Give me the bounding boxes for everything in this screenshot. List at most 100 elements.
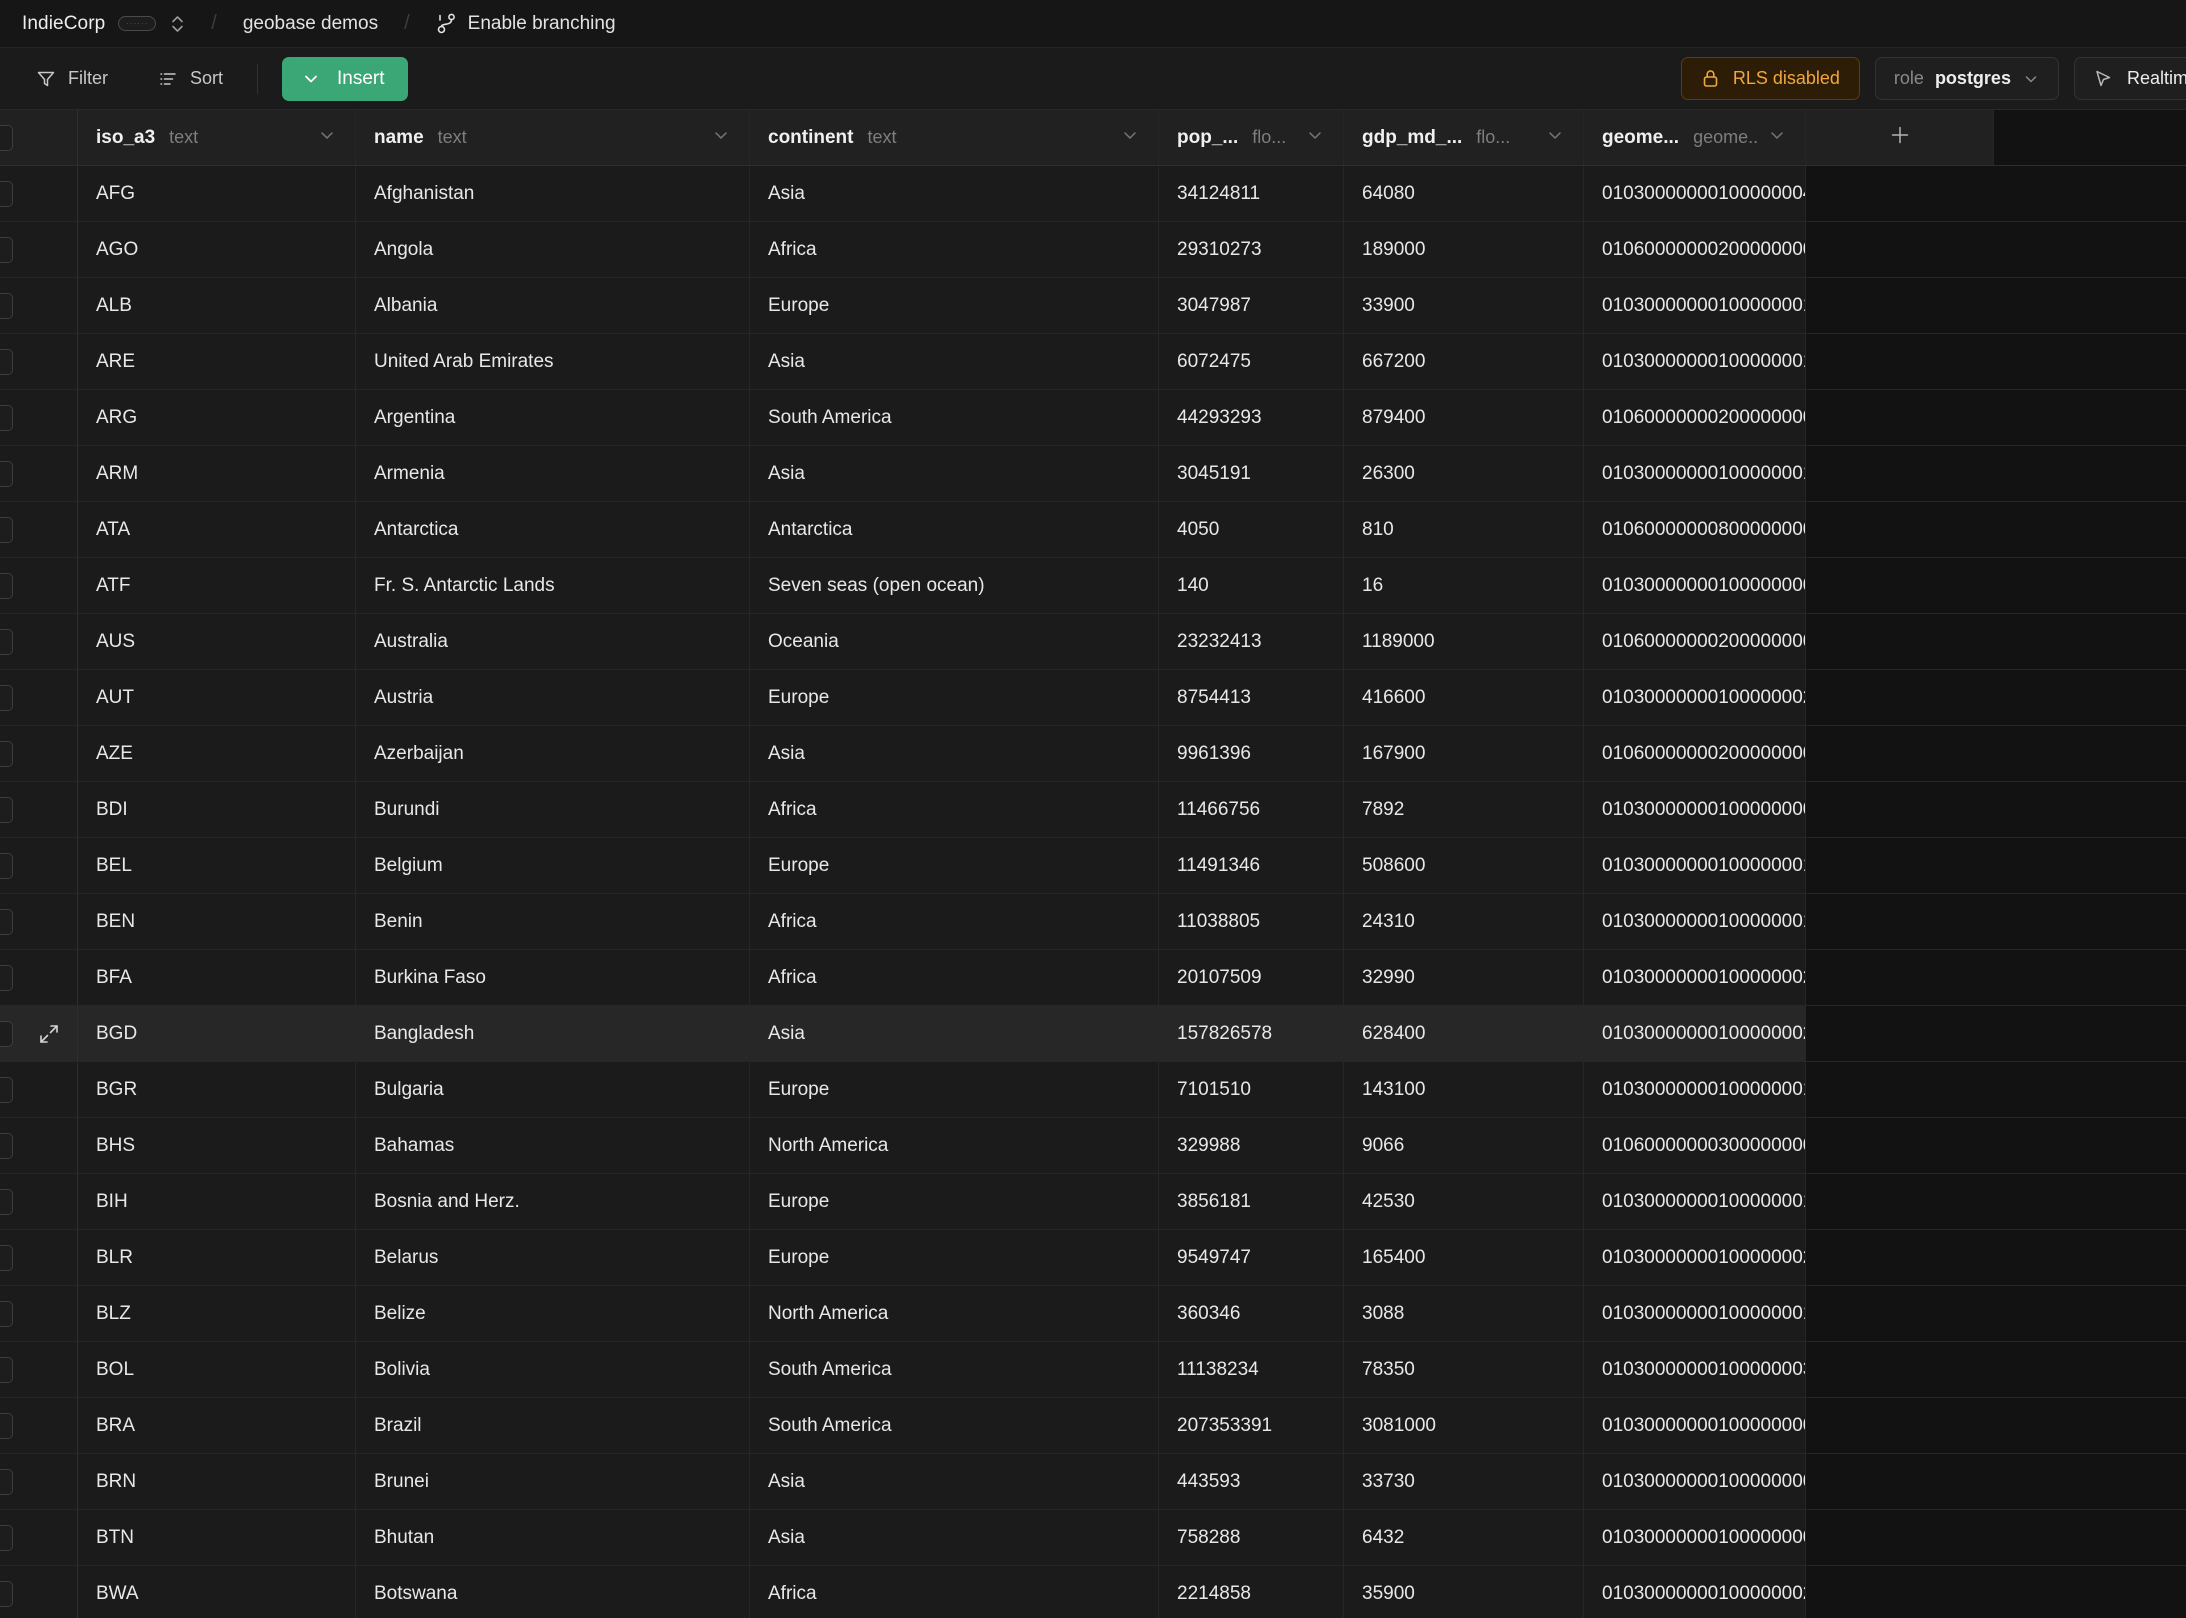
row-checkbox[interactable]	[0, 908, 13, 935]
row-select-cell[interactable]	[0, 446, 78, 501]
cell-gdp[interactable]: 33900	[1344, 278, 1584, 333]
cell-iso_a3[interactable]: BRN	[78, 1454, 356, 1509]
row-checkbox[interactable]	[0, 180, 13, 207]
cell-iso_a3[interactable]: BIH	[78, 1174, 356, 1229]
cell-gdp[interactable]: 879400	[1344, 390, 1584, 445]
row-checkbox[interactable]	[0, 1188, 13, 1215]
cell-pop[interactable]: 3047987	[1159, 278, 1344, 333]
table-row[interactable]: BEN Benin Africa 11038805 24310 0103000000010…	[0, 894, 2186, 950]
column-header-gdp_md[interactable]: gdp_md_... flo...	[1344, 110, 1584, 165]
cell-geom[interactable]: 01060000000300000000	[1584, 1118, 1806, 1173]
row-select-cell[interactable]	[0, 894, 78, 949]
cell-geom[interactable]: 01030000000100000001	[1584, 446, 1806, 501]
cell-pop[interactable]: 11138234	[1159, 1342, 1344, 1397]
table-row[interactable]: BEL Belgium Europe 11491346 508600 0103000000…	[0, 838, 2186, 894]
table-row[interactable]: BGD Bangladesh Asia 157826578 628400 01030000…	[0, 1006, 2186, 1062]
cell-iso_a3[interactable]: BHS	[78, 1118, 356, 1173]
cell-iso_a3[interactable]: BLZ	[78, 1286, 356, 1341]
column-header-iso_a3[interactable]: iso_a3 text	[78, 110, 356, 165]
cell-continent[interactable]: Asia	[750, 1006, 1159, 1061]
row-select-cell[interactable]	[0, 1174, 78, 1229]
table-row[interactable]: BLZ Belize North America 360346 3088 01030000…	[0, 1286, 2186, 1342]
cell-iso_a3[interactable]: AFG	[78, 166, 356, 221]
insert-button[interactable]: Insert	[282, 56, 408, 101]
cell-name[interactable]: Brazil	[356, 1398, 750, 1453]
cell-geom[interactable]: 01030000000100000000	[1584, 558, 1806, 613]
cell-iso_a3[interactable]: BOL	[78, 1342, 356, 1397]
cell-iso_a3[interactable]: BEN	[78, 894, 356, 949]
table-row[interactable]: ALB Albania Europe 3047987 33900 010300000001…	[0, 278, 2186, 334]
row-checkbox[interactable]	[0, 404, 13, 431]
row-select-cell[interactable]	[0, 782, 78, 837]
table-row[interactable]: BOL Bolivia South America 11138234 78350 0103…	[0, 1342, 2186, 1398]
expand-row-icon[interactable]	[37, 1022, 61, 1046]
table-row[interactable]: BDI Burundi Africa 11466756 7892 010300000001…	[0, 782, 2186, 838]
cell-gdp[interactable]: 3081000	[1344, 1398, 1584, 1453]
cell-geom[interactable]: 01030000000100000001	[1584, 894, 1806, 949]
cell-continent[interactable]: Europe	[750, 278, 1159, 333]
chevron-down-icon[interactable]	[317, 125, 337, 151]
cell-iso_a3[interactable]: ATF	[78, 558, 356, 613]
table-row[interactable]: ATF Fr. S. Antarctic Lands Seven seas (ope…	[0, 558, 2186, 614]
row-checkbox[interactable]	[0, 684, 13, 711]
cell-continent[interactable]: North America	[750, 1118, 1159, 1173]
table-row[interactable]: BIH Bosnia and Herz. Europe 3856181 42530 010…	[0, 1174, 2186, 1230]
cell-name[interactable]: Belarus	[356, 1230, 750, 1285]
row-select-cell[interactable]	[0, 1006, 78, 1061]
cell-geom[interactable]: 01030000000100000001	[1584, 1286, 1806, 1341]
cell-name[interactable]: Armenia	[356, 446, 750, 501]
row-checkbox[interactable]	[0, 1468, 13, 1495]
cell-geom[interactable]: 01030000000100000002	[1584, 1566, 1806, 1618]
cell-gdp[interactable]: 9066	[1344, 1118, 1584, 1173]
cell-gdp[interactable]: 189000	[1344, 222, 1584, 277]
chevron-down-icon[interactable]	[1120, 125, 1140, 151]
cell-pop[interactable]: 207353391	[1159, 1398, 1344, 1453]
cell-continent[interactable]: North America	[750, 1286, 1159, 1341]
cell-pop[interactable]: 8754413	[1159, 670, 1344, 725]
cell-pop[interactable]: 3045191	[1159, 446, 1344, 501]
cell-name[interactable]: Argentina	[356, 390, 750, 445]
row-checkbox[interactable]	[0, 460, 13, 487]
row-checkbox[interactable]	[0, 1020, 13, 1047]
row-select-cell[interactable]	[0, 278, 78, 333]
cell-gdp[interactable]: 143100	[1344, 1062, 1584, 1117]
cell-name[interactable]: Azerbaijan	[356, 726, 750, 781]
cell-gdp[interactable]: 78350	[1344, 1342, 1584, 1397]
cell-iso_a3[interactable]: BRA	[78, 1398, 356, 1453]
row-checkbox[interactable]	[0, 348, 13, 375]
table-row[interactable]: AFG Afghanistan Asia 34124811 64080 010300000…	[0, 166, 2186, 222]
cell-gdp[interactable]: 167900	[1344, 726, 1584, 781]
row-checkbox[interactable]	[0, 572, 13, 599]
table-row[interactable]: BHS Bahamas North America 329988 9066 0106000…	[0, 1118, 2186, 1174]
row-select-cell[interactable]	[0, 726, 78, 781]
row-select-cell[interactable]	[0, 502, 78, 557]
row-checkbox[interactable]	[0, 1244, 13, 1271]
cell-continent[interactable]: Asia	[750, 1454, 1159, 1509]
cell-pop[interactable]: 329988	[1159, 1118, 1344, 1173]
row-select-cell[interactable]	[0, 1230, 78, 1285]
table-row[interactable]: ARM Armenia Asia 3045191 26300 01030000000100…	[0, 446, 2186, 502]
cell-geom[interactable]: 01030000000100000001	[1584, 278, 1806, 333]
cell-geom[interactable]: 01030000000100000001	[1584, 1062, 1806, 1117]
cell-pop[interactable]: 157826578	[1159, 1006, 1344, 1061]
cell-continent[interactable]: Africa	[750, 222, 1159, 277]
row-select-cell[interactable]	[0, 614, 78, 669]
cell-gdp[interactable]: 16	[1344, 558, 1584, 613]
cell-iso_a3[interactable]: BGD	[78, 1006, 356, 1061]
cell-geom[interactable]: 01030000000100000002	[1584, 670, 1806, 725]
cell-gdp[interactable]: 35900	[1344, 1566, 1584, 1618]
cell-continent[interactable]: Europe	[750, 838, 1159, 893]
add-column-button[interactable]	[1806, 110, 1994, 165]
row-checkbox[interactable]	[0, 964, 13, 991]
cell-iso_a3[interactable]: AUS	[78, 614, 356, 669]
org-switcher-chevrons-icon[interactable]	[170, 13, 185, 35]
chevron-down-icon[interactable]	[1767, 125, 1787, 151]
cell-geom[interactable]: 01030000000100000001	[1584, 334, 1806, 389]
cell-pop[interactable]: 140	[1159, 558, 1344, 613]
cell-gdp[interactable]: 416600	[1344, 670, 1584, 725]
filter-button[interactable]: Filter	[26, 62, 118, 95]
cell-gdp[interactable]: 24310	[1344, 894, 1584, 949]
row-select-cell[interactable]	[0, 1118, 78, 1173]
cell-pop[interactable]: 443593	[1159, 1454, 1344, 1509]
table-row[interactable]: AZE Azerbaijan Asia 9961396 167900 0106000000…	[0, 726, 2186, 782]
